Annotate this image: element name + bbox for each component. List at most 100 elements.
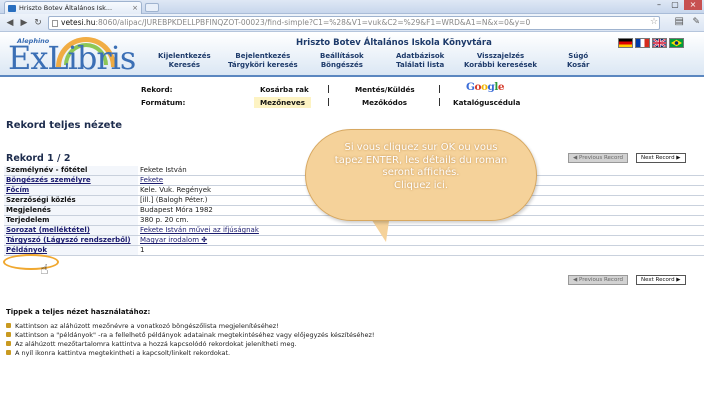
callout-line: Cliquez ici. bbox=[393, 179, 449, 191]
fr-flag-icon[interactable] bbox=[635, 38, 650, 48]
menu-bongeszes[interactable]: Böngészés bbox=[320, 61, 364, 70]
next-record-button[interactable]: Next Record ▶ bbox=[636, 153, 686, 163]
br-flag-icon[interactable] bbox=[669, 38, 684, 48]
de-flag-icon[interactable] bbox=[618, 38, 633, 48]
favicon-icon bbox=[8, 5, 16, 12]
field-name: Megjelenés bbox=[4, 205, 138, 216]
google-letter: e bbox=[497, 81, 505, 93]
menu-bejelentkezes[interactable]: Bejelentkezés bbox=[228, 52, 298, 61]
field-name-link[interactable]: Böngészés személyre bbox=[6, 176, 91, 184]
address-bar[interactable]: vetesi.hu:8060/alipac/JUREBPKDELLPBFINQZ… bbox=[48, 16, 660, 30]
browser-tab[interactable]: Hriszto Botev Általános Isk... × bbox=[4, 1, 142, 14]
minimize-button[interactable]: – bbox=[652, 0, 666, 10]
tips-title: Tippek a teljes nézet használatához: bbox=[6, 308, 151, 316]
maximize-button[interactable]: ▢ bbox=[668, 0, 682, 10]
highlight-circle bbox=[3, 254, 59, 270]
field-name-cell: Főcím bbox=[4, 185, 138, 196]
previous-record-button-bottom[interactable]: ◀ Previous Record bbox=[568, 275, 628, 285]
tip-item: A nyíl ikonra kattintva megtekintheti a … bbox=[6, 349, 230, 357]
page-menu-icon[interactable]: ▤ bbox=[675, 16, 684, 27]
wrench-icon[interactable]: ✎ bbox=[692, 17, 700, 27]
field-name: Terjedelem bbox=[4, 215, 138, 226]
callout-line: seront affichés. bbox=[382, 167, 460, 178]
field-value-link[interactable]: Fekete István művei az ifjúságnak bbox=[140, 226, 259, 234]
logo-exlibris: ExLibris bbox=[8, 39, 136, 77]
mezoneves-format[interactable]: Mezőneves bbox=[254, 97, 311, 108]
field-value-cell: Fekete István művei az ifjúságnak bbox=[138, 226, 704, 236]
url-host: vetesi.hu bbox=[61, 18, 96, 27]
menu-korabbi-keresesek[interactable]: Korábbi keresések bbox=[464, 61, 537, 70]
tab-title: Hriszto Botev Általános Isk... bbox=[19, 4, 113, 12]
tip-item: Kattintson az aláhúzott mezőnévre a vona… bbox=[6, 322, 279, 330]
menu-visszajelzes[interactable]: Visszajelzés bbox=[464, 52, 537, 61]
field-value: 1 bbox=[140, 246, 145, 255]
field-name-link[interactable]: Főcím bbox=[6, 186, 29, 194]
menu-col-3: Beállítások Böngészés bbox=[320, 52, 364, 70]
field-name: Szerzőségi közlés bbox=[4, 195, 138, 206]
field-name-link[interactable]: Sorozat (melléktétel) bbox=[6, 226, 90, 234]
google-logo[interactable]: Google bbox=[466, 81, 505, 93]
mentes-kuldes-link[interactable]: Mentés/Küldés bbox=[355, 85, 415, 94]
site-header: Alephino ExLibris Hriszto Botev Általáno… bbox=[0, 33, 704, 77]
field-name-cell: Tárgyszó (Lágyszó rendszerből) bbox=[4, 235, 138, 246]
hand-cursor-icon: ☝ bbox=[40, 262, 49, 278]
table-row: Példányok 1 bbox=[4, 245, 704, 256]
separator: | bbox=[327, 97, 330, 106]
record-counter: Rekord 1 / 2 bbox=[6, 153, 71, 164]
field-value-cell: Magyar irodalom ✤ bbox=[138, 236, 704, 246]
menu-col-1: Kijelentkezés Keresés bbox=[158, 52, 211, 70]
site-title: Hriszto Botev Általános Iskola Könyvtára bbox=[296, 38, 492, 48]
tip-item: Kattintson a "példányok" -ra a fellelhet… bbox=[6, 331, 375, 339]
menu-kijelentkezes[interactable]: Kijelentkezés bbox=[158, 52, 211, 61]
close-window-button[interactable]: × bbox=[684, 0, 702, 10]
menu-col-5: Visszajelzés Korábbi keresések bbox=[464, 52, 537, 70]
field-name-cell: Böngészés személyre bbox=[4, 175, 138, 186]
table-row: Sorozat (melléktétel) Fekete István művei… bbox=[4, 225, 704, 236]
back-arrow-icon[interactable]: ◀ bbox=[4, 17, 16, 29]
mezokodos-format[interactable]: Mezőkódos bbox=[362, 98, 407, 107]
field-name-cell: Sorozat (melléktétel) bbox=[4, 225, 138, 236]
field-name-link[interactable]: Tárgyszó (Lágyszó rendszerből) bbox=[6, 236, 131, 244]
browser-toolbar: ◀ ▶ ↻ vetesi.hu:8060/alipac/JUREBPKDELLP… bbox=[0, 14, 704, 32]
separator: | bbox=[327, 84, 330, 93]
tip-item: Az aláhúzott mezőtartalomra kattintva a … bbox=[6, 340, 297, 348]
table-row: Tárgyszó (Lágyszó rendszerből) Magyar iro… bbox=[4, 235, 704, 246]
callout-line: tapez ENTER, les détails du roman bbox=[334, 154, 508, 166]
new-tab-button[interactable] bbox=[145, 3, 159, 12]
language-flags bbox=[618, 38, 684, 48]
callout-line: Si vous cliquez sur OK ou vous bbox=[344, 142, 498, 153]
separator: | bbox=[438, 97, 441, 106]
katalogus-format[interactable]: Katalóguscédula bbox=[453, 98, 520, 107]
window-controls: – ▢ × bbox=[652, 0, 702, 10]
separator: | bbox=[438, 84, 441, 93]
bookmark-star-icon[interactable]: ☆ bbox=[650, 17, 658, 27]
menu-targykori-kereses[interactable]: Tárgyköri keresés bbox=[228, 61, 298, 70]
tab-close-icon[interactable]: × bbox=[132, 2, 138, 14]
menu-beallitasok[interactable]: Beállítások bbox=[320, 52, 364, 61]
menu-col-4: Adatbázisok Találati lista bbox=[396, 52, 444, 70]
peldanyok-link[interactable]: Példányok bbox=[6, 246, 47, 254]
next-record-button-bottom[interactable]: Next Record ▶ bbox=[636, 275, 686, 285]
previous-record-button[interactable]: ◀ Previous Record bbox=[568, 153, 628, 163]
field-value-link[interactable]: Magyar irodalom ✤ bbox=[140, 236, 207, 244]
browser-tabstrip: Hriszto Botev Általános Isk... × – ▢ × bbox=[0, 0, 704, 14]
menu-sugo[interactable]: Súgó bbox=[567, 52, 589, 61]
url-path: :8060/alipac/JUREBPKDELLPBFINQZOT-00023/… bbox=[95, 18, 531, 27]
page-title: Rekord teljes nézete bbox=[6, 120, 123, 131]
reload-icon[interactable]: ↻ bbox=[32, 17, 44, 29]
rekord-label: Rekord: bbox=[141, 85, 173, 94]
kosarba-rak-link[interactable]: Kosárba rak bbox=[260, 85, 309, 94]
forward-arrow-icon[interactable]: ▶ bbox=[18, 17, 30, 29]
menu-col-6: Súgó Kosár bbox=[567, 52, 589, 70]
menu-adatbazisok[interactable]: Adatbázisok bbox=[396, 52, 444, 61]
menu-col-2: Bejelentkezés Tárgyköri keresés bbox=[228, 52, 298, 70]
page-icon bbox=[52, 20, 58, 27]
menu-talalati-lista[interactable]: Találati lista bbox=[396, 61, 444, 70]
uk-flag-icon[interactable] bbox=[652, 38, 667, 48]
tutorial-callout: Si vous cliquez sur OK ou vous tapez ENT… bbox=[305, 129, 537, 221]
field-name: Személynév - főtétel bbox=[4, 166, 138, 176]
menu-kosar[interactable]: Kosár bbox=[567, 61, 589, 70]
field-value-link[interactable]: Fekete bbox=[140, 176, 163, 184]
format-label: Formátum: bbox=[141, 98, 186, 107]
menu-kereses[interactable]: Keresés bbox=[158, 61, 211, 70]
